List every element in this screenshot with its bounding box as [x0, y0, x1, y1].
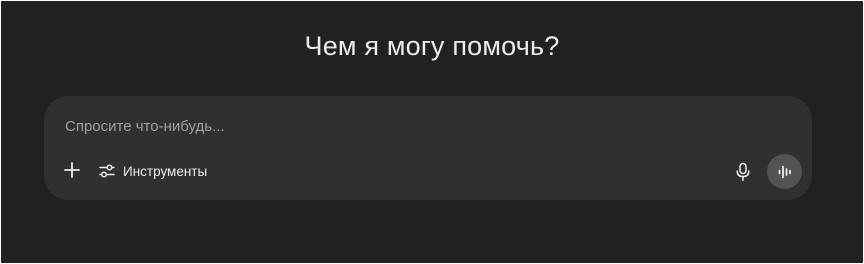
dictate-button[interactable]: [731, 160, 755, 184]
sliders-icon: [98, 162, 116, 180]
prompt-input[interactable]: [65, 114, 765, 138]
voice-mode-button[interactable]: [767, 154, 802, 189]
plus-icon: [63, 161, 81, 179]
voice-waveform-icon: [777, 164, 793, 180]
chat-home-screen: Чем я могу помочь? Инструменты: [1, 1, 863, 263]
tools-label: Инструменты: [123, 163, 208, 179]
prompt-composer: Инструменты: [44, 96, 812, 200]
tools-button[interactable]: Инструменты: [98, 159, 207, 183]
microphone-icon: [735, 162, 751, 182]
page-title: Чем я могу помочь?: [304, 31, 560, 61]
add-attachment-button[interactable]: [60, 158, 84, 182]
